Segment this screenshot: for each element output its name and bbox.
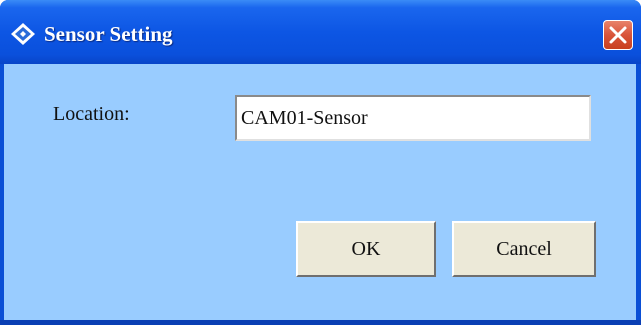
location-label: Location:	[53, 103, 130, 125]
window-title: Sensor Setting	[44, 22, 173, 46]
close-icon	[609, 26, 627, 44]
cancel-button[interactable]: Cancel	[452, 221, 596, 277]
ok-button[interactable]: OK	[296, 221, 436, 277]
title-bar[interactable]: Sensor Setting	[0, 0, 641, 64]
dialog-body: Location: OK Cancel	[4, 64, 636, 320]
close-button[interactable]	[603, 20, 633, 50]
window-bottom-border	[0, 320, 641, 325]
diamond-app-icon	[11, 23, 35, 45]
sensor-setting-dialog: Sensor Setting Location: OK Cancel	[0, 0, 641, 325]
location-input[interactable]	[235, 95, 591, 141]
